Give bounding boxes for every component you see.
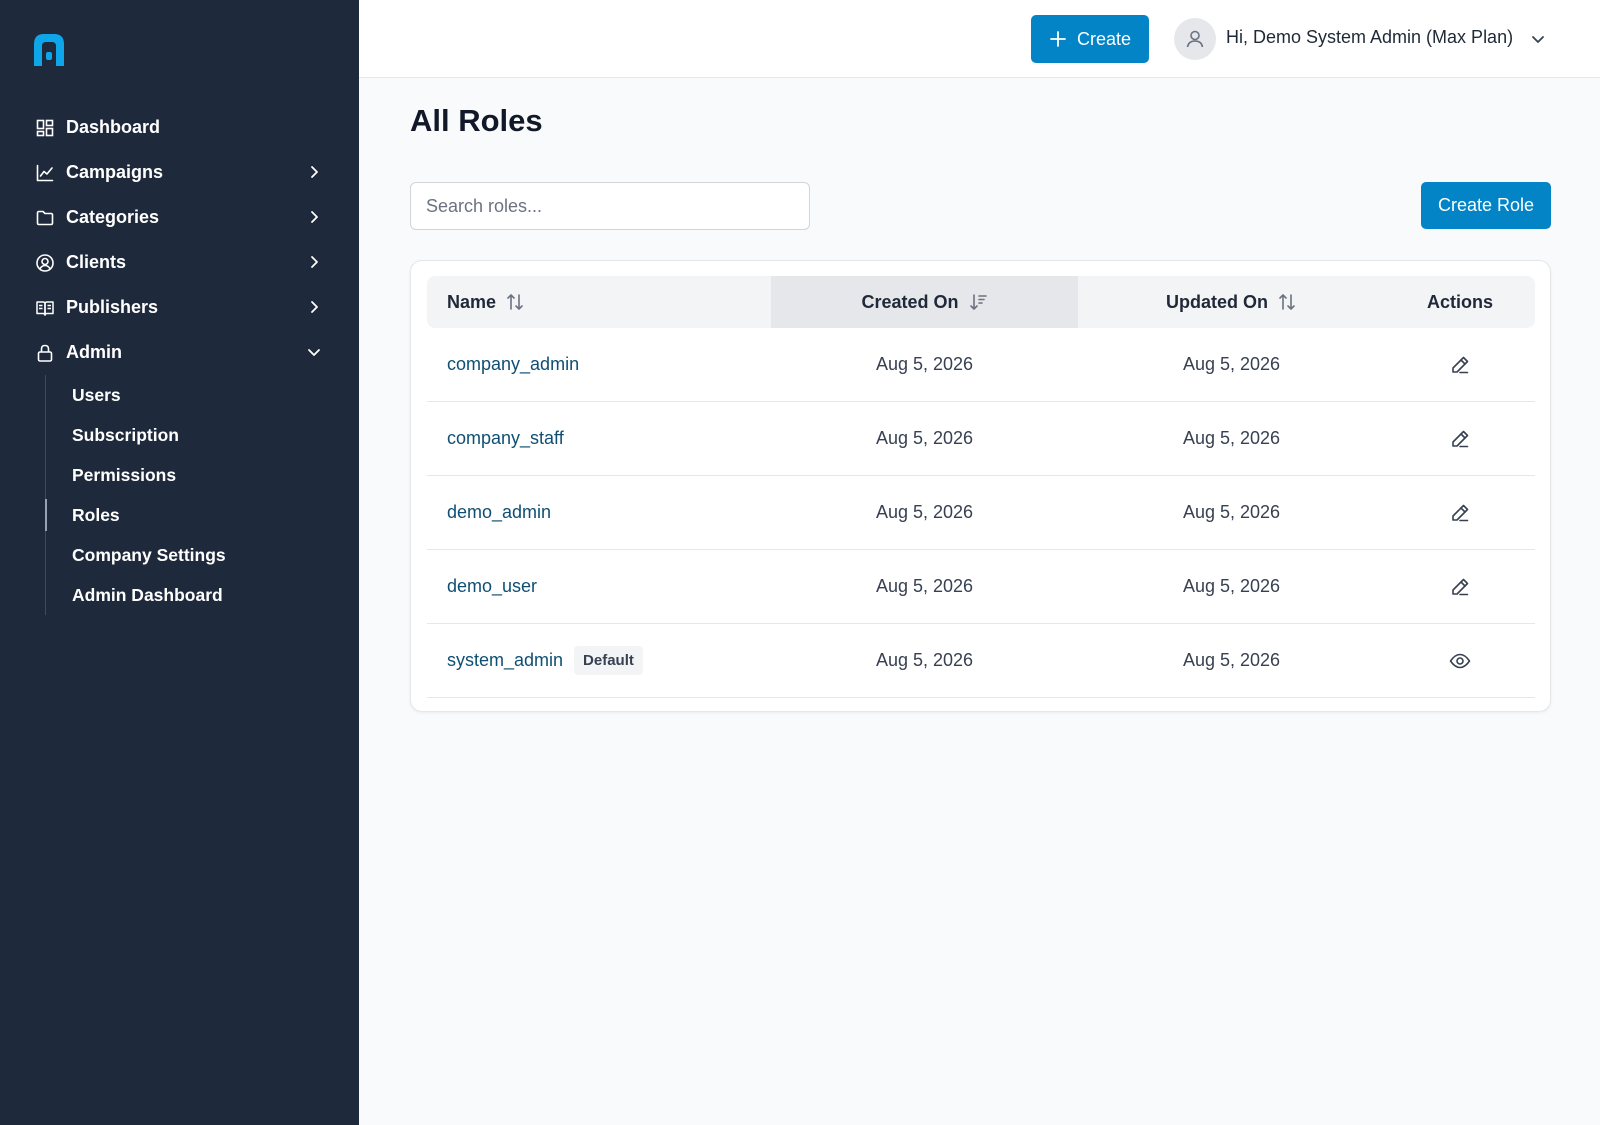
table-row: demo_admin Aug 5, 2026 Aug 5, 2026 [427, 476, 1535, 550]
column-header-actions: Actions [1426, 291, 1493, 312]
chevron-down-icon[interactable] [1529, 30, 1547, 48]
chevron-down-icon [305, 343, 323, 361]
column-header-updated-on[interactable]: Updated On [1078, 276, 1385, 328]
role-link[interactable]: demo_admin [447, 502, 551, 523]
sidebar-nav: Dashboard Campaigns Categories Clients P… [0, 105, 359, 615]
edit-icon[interactable] [1449, 576, 1471, 598]
cell-name: demo_user [427, 576, 771, 597]
role-link[interactable]: demo_user [447, 576, 537, 597]
sidebar-item-campaigns[interactable]: Campaigns [0, 150, 359, 195]
user-greeting[interactable]: Hi, Demo System Admin (Max Plan) [1226, 27, 1513, 48]
table-body: company_admin Aug 5, 2026 Aug 5, 2026 co… [427, 328, 1535, 698]
table-row: system_admin Default Aug 5, 2026 Aug 5, … [427, 624, 1535, 698]
cell-actions [1385, 502, 1535, 524]
create-button-label: Create [1076, 28, 1132, 49]
cell-created-on: Aug 5, 2026 [875, 502, 974, 522]
user-circle-icon [35, 253, 55, 273]
column-label: Updated On [1166, 291, 1268, 312]
avatar[interactable] [1174, 18, 1216, 60]
eye-icon[interactable] [1449, 650, 1471, 672]
sidebar-subitem-permissions[interactable]: Permissions [46, 455, 359, 495]
sidebar-item-dashboard[interactable]: Dashboard [0, 105, 359, 150]
sidebar-subitem-company-settings[interactable]: Company Settings [46, 535, 359, 575]
sort-icon [505, 292, 525, 312]
sidebar-item-label: Dashboard [66, 117, 161, 137]
edit-icon[interactable] [1449, 354, 1471, 376]
cell-updated-on: Aug 5, 2026 [1182, 428, 1281, 448]
sidebar-item-label: Admin [66, 342, 122, 362]
sidebar-subitem-admin-dashboard[interactable]: Admin Dashboard [46, 575, 359, 615]
cell-created-on: Aug 5, 2026 [875, 428, 974, 448]
column-label: Name [447, 291, 497, 312]
sidebar-item-label: Categories [66, 207, 160, 227]
default-badge: Default [574, 646, 643, 675]
chevron-right-icon [305, 253, 323, 271]
cell-created-on: Aug 5, 2026 [875, 576, 974, 596]
sidebar-item-label: Clients [66, 252, 127, 272]
cell-name: system_admin Default [427, 646, 771, 675]
dashboard-icon [35, 118, 55, 138]
roles-table-card: Name Created On Updated On Actions compa… [410, 260, 1551, 712]
sidebar-subitem-users[interactable]: Users [46, 375, 359, 415]
sidebar-item-publishers[interactable]: Publishers [0, 285, 359, 330]
chevron-right-icon [305, 208, 323, 226]
sidebar-item-categories[interactable]: Categories [0, 195, 359, 240]
table-header: Name Created On Updated On Actions [427, 276, 1535, 328]
search-input[interactable] [410, 182, 810, 230]
column-header-created-on[interactable]: Created On [771, 276, 1078, 328]
sidebar: Dashboard Campaigns Categories Clients P… [0, 0, 359, 1125]
plus-icon [1049, 30, 1067, 48]
sidebar-item-label: Publishers [66, 297, 159, 317]
chart-line-icon [35, 163, 55, 183]
sidebar-item-admin[interactable]: Admin [0, 330, 359, 375]
cell-updated-on: Aug 5, 2026 [1182, 354, 1281, 374]
role-link[interactable]: system_admin [447, 650, 563, 671]
cell-actions [1385, 354, 1535, 376]
edit-icon[interactable] [1449, 502, 1471, 524]
role-link[interactable]: company_admin [447, 354, 579, 375]
cell-actions [1385, 576, 1535, 598]
create-role-button[interactable]: Create Role [1421, 182, 1551, 229]
cell-updated-on: Aug 5, 2026 [1182, 576, 1281, 596]
chevron-right-icon [305, 163, 323, 181]
folder-icon [35, 208, 55, 228]
create-button[interactable]: Create [1031, 15, 1149, 63]
cell-created-on: Aug 5, 2026 [875, 354, 974, 374]
column-header-name[interactable]: Name [427, 276, 771, 328]
role-link[interactable]: company_staff [447, 428, 564, 449]
table-row: company_staff Aug 5, 2026 Aug 5, 2026 [427, 402, 1535, 476]
table-row: company_admin Aug 5, 2026 Aug 5, 2026 [427, 328, 1535, 402]
cell-updated-on: Aug 5, 2026 [1182, 502, 1281, 522]
page-title: All Roles [410, 103, 543, 138]
edit-icon[interactable] [1449, 428, 1471, 450]
cell-name: company_staff [427, 428, 771, 449]
chevron-right-icon [305, 298, 323, 316]
sidebar-subitem-subscription[interactable]: Subscription [46, 415, 359, 455]
column-label: Created On [861, 291, 959, 312]
sidebar-item-label: Campaigns [66, 162, 164, 182]
book-open-icon [35, 298, 55, 318]
sidebar-item-clients[interactable]: Clients [0, 240, 359, 285]
cell-created-on: Aug 5, 2026 [875, 650, 974, 670]
cell-name: demo_admin [427, 502, 771, 523]
sidebar-subitem-roles[interactable]: Roles [45, 495, 359, 535]
table-row: demo_user Aug 5, 2026 Aug 5, 2026 [427, 550, 1535, 624]
sort-icon [1277, 292, 1297, 312]
cell-name: company_admin [427, 354, 771, 375]
cell-actions [1385, 428, 1535, 450]
cell-actions [1385, 650, 1535, 672]
brand-logo[interactable] [30, 30, 68, 68]
lock-icon [35, 343, 55, 363]
cell-updated-on: Aug 5, 2026 [1182, 650, 1281, 670]
sort-descending-icon [968, 292, 988, 312]
admin-subnav: Users Subscription Permissions Roles Com… [45, 375, 359, 615]
